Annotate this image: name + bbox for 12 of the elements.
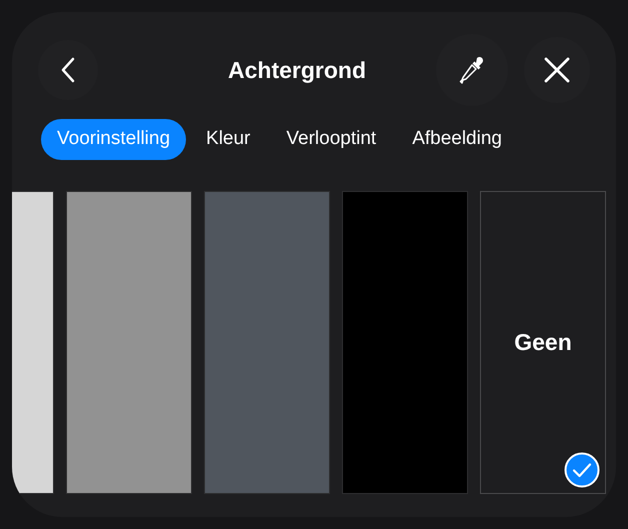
tab[interactable]: Voorinstelling	[41, 119, 186, 160]
tab[interactable]: Afbeelding	[396, 119, 518, 160]
none-swatch[interactable]: Geen	[480, 191, 606, 494]
tab[interactable]: Verlooptint	[270, 119, 392, 160]
swatch-label: Geen	[514, 328, 572, 358]
color-swatch[interactable]	[342, 191, 468, 494]
color-swatch[interactable]	[66, 191, 192, 494]
tab[interactable]: Kleur	[190, 119, 266, 160]
back-icon	[60, 57, 76, 83]
color-swatch[interactable]	[204, 191, 330, 494]
header-title: Achtergrond	[228, 56, 366, 85]
close-icon	[544, 57, 570, 83]
